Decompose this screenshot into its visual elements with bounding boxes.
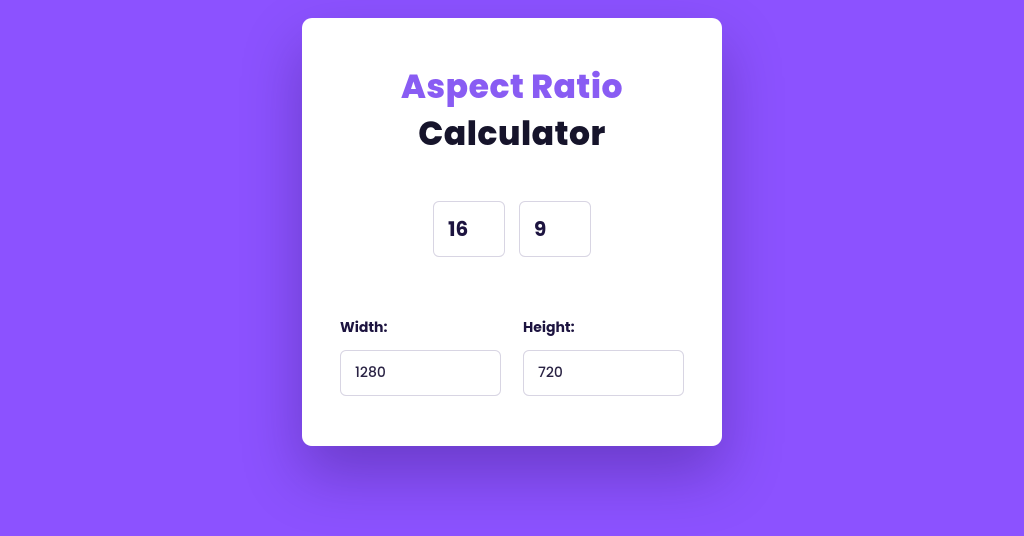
height-label: Height: — [523, 317, 684, 338]
title-line-1: Aspect Ratio — [340, 66, 684, 107]
ratio-height-input[interactable] — [519, 201, 591, 257]
dimensions-row: Width: Height: — [340, 317, 684, 396]
height-column: Height: — [523, 317, 684, 396]
width-input[interactable] — [340, 350, 501, 396]
width-column: Width: — [340, 317, 501, 396]
ratio-width-input[interactable] — [433, 201, 505, 257]
width-label: Width: — [340, 317, 501, 338]
height-input[interactable] — [523, 350, 684, 396]
app-title: Aspect Ratio Calculator — [340, 66, 684, 155]
title-line-2: Calculator — [340, 113, 684, 154]
calculator-card: Aspect Ratio Calculator Width: Height: — [302, 18, 722, 446]
ratio-row — [340, 201, 684, 257]
